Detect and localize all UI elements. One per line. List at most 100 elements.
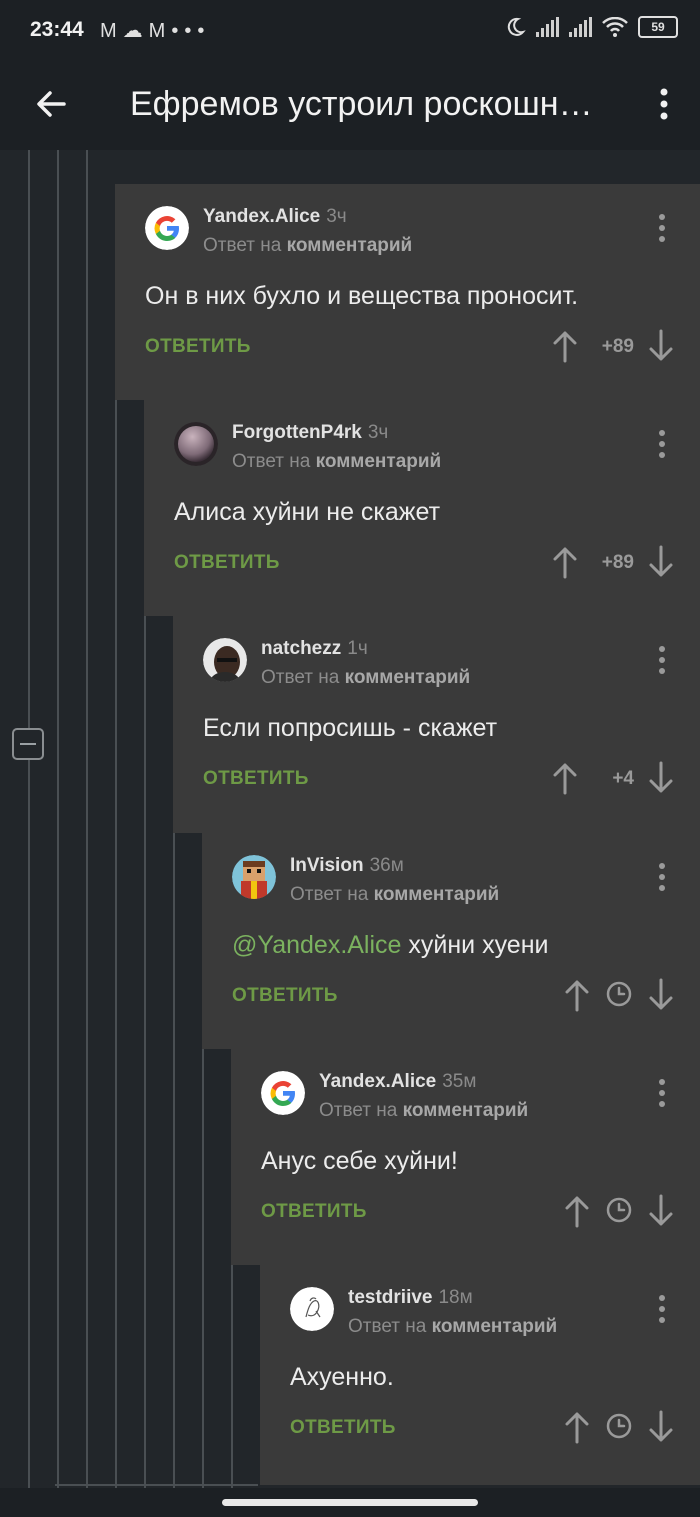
avatar[interactable] [261,1071,305,1115]
clock-icon [604,1411,634,1447]
reply-to-prefix: Ответ на [319,1100,398,1121]
author-name[interactable]: Yandex.Alice [203,206,320,227]
page-title: Ефремов устроил роскошн… [130,85,593,123]
upvote-arrow-icon[interactable] [562,1409,592,1445]
more-vert-icon[interactable] [652,1291,672,1327]
arrow-left-icon[interactable] [30,82,74,126]
reply-to-line: Ответ на комментарий [203,235,412,257]
more-vert-icon[interactable] [652,642,672,678]
upvote-arrow-icon[interactable] [550,328,580,364]
notification-icons: M☁M••• [100,18,210,43]
comment-score: +4 [612,768,634,789]
signal-icon [569,17,592,37]
comment-card: Yandex.Alice 3ч Ответ на комментарий Он в… [115,184,700,400]
more-vert-icon[interactable] [652,210,672,246]
downvote-arrow-icon[interactable] [646,1193,676,1229]
status-right: 59 [504,16,678,38]
reply-button[interactable]: ОТВЕТИТЬ [145,336,251,358]
author-name[interactable]: testdriive [348,1287,432,1308]
moon-icon [507,17,526,36]
status-bar: 23:44 M☁M••• 59 [0,0,700,62]
thread-line [86,150,88,1488]
comment-time: 1ч [347,638,368,659]
reply-button[interactable]: ОТВЕТИТЬ [174,552,280,574]
more-dots-icon: ••• [171,20,211,42]
author-name[interactable]: Yandex.Alice [319,1071,436,1092]
comment-body: Он в них бухло и вещества проносит. [145,282,579,310]
more-vert-icon[interactable] [652,426,672,462]
reply-to-link[interactable]: комментарий [287,235,413,256]
clock-icon [604,979,634,1015]
home-indicator[interactable] [222,1499,478,1506]
thread-bottom-line [55,1484,258,1486]
reply-to-prefix: Ответ на [348,1316,427,1337]
upvote-arrow-icon[interactable] [550,544,580,580]
reply-button[interactable]: ОТВЕТИТЬ [261,1201,367,1223]
reply-to-line: Ответ на комментарий [348,1316,557,1338]
comment-body: Анус себе хуйни! [261,1147,458,1175]
more-vert-icon[interactable] [652,859,672,895]
upvote-arrow-icon[interactable] [562,977,592,1013]
comment-time: 36м [369,855,404,876]
gmail-icon: M [148,20,172,42]
gmail-icon: M [100,20,123,42]
comment-score: +89 [601,336,634,357]
more-vert-icon[interactable] [652,1075,672,1111]
battery-icon: 59 [638,16,678,38]
author-name[interactable]: InVision [290,855,364,876]
reply-to-prefix: Ответ на [203,235,282,256]
reply-to-link[interactable]: комментарий [345,667,471,688]
avatar[interactable] [290,1287,334,1331]
author-name[interactable]: ForgottenP4rk [232,422,362,443]
reply-to-prefix: Ответ на [261,667,340,688]
comment-time: 18м [438,1287,473,1308]
comment-text: Если попросишь - скажет [203,714,497,743]
reply-button[interactable]: ОТВЕТИТЬ [290,1417,396,1439]
reply-to-line: Ответ на комментарий [319,1100,528,1122]
more-vert-icon[interactable] [654,82,674,126]
downvote-arrow-icon[interactable] [646,328,676,364]
comment-card: natchezz 1ч Ответ на комментарий Если поп… [173,616,700,833]
thread-line [173,833,175,1488]
status-time: 23:44 [30,18,84,41]
comment-text: @Yandex.Alice хуйни хуени [232,931,548,960]
downvote-arrow-icon[interactable] [646,977,676,1013]
reply-button[interactable]: ОТВЕТИТЬ [203,768,309,790]
comment-body: Ахуенно. [290,1363,394,1391]
author-name[interactable]: natchezz [261,638,341,659]
comment-text: Ахуенно. [290,1363,394,1392]
downvote-arrow-icon[interactable] [646,1409,676,1445]
avatar[interactable] [232,855,276,899]
comment-body: хуйни хуени [401,931,549,959]
reply-to-link[interactable]: комментарий [403,1100,529,1121]
signal-icon [536,17,559,37]
wifi-icon [602,17,628,37]
comment-body: Алиса хуйни не скажет [174,498,441,526]
comment-text: Он в них бухло и вещества проносит. [145,282,578,311]
thread-line [231,1265,233,1488]
upvote-arrow-icon[interactable] [562,1193,592,1229]
comment-card: ForgottenP4rk 3ч Ответ на комментарий Али… [144,400,700,616]
avatar[interactable] [203,638,247,682]
comment-card: Yandex.Alice 35м Ответ на комментарий Ану… [231,1049,700,1265]
reply-to-link[interactable]: комментарий [316,451,442,472]
collapse-thread-button[interactable] [12,728,44,760]
user-mention[interactable]: @Yandex.Alice [232,931,401,959]
reply-to-link[interactable]: комментарий [374,884,500,905]
thread-line [115,400,117,1488]
downvote-arrow-icon[interactable] [646,760,676,796]
downvote-arrow-icon[interactable] [646,544,676,580]
reply-button[interactable]: ОТВЕТИТЬ [232,985,338,1007]
avatar[interactable] [145,206,189,250]
cloud-icon: ☁ [122,20,149,42]
thread-line [144,616,146,1488]
comment-time: 3ч [367,422,389,443]
avatar[interactable] [174,422,218,466]
comment-time: 35м [442,1071,477,1092]
reply-to-prefix: Ответ на [232,451,311,472]
comment-text: Алиса хуйни не скажет [174,498,440,527]
reply-to-prefix: Ответ на [290,884,369,905]
reply-to-link[interactable]: комментарий [432,1316,558,1337]
upvote-arrow-icon[interactable] [550,760,580,796]
thread-line [28,150,30,1488]
